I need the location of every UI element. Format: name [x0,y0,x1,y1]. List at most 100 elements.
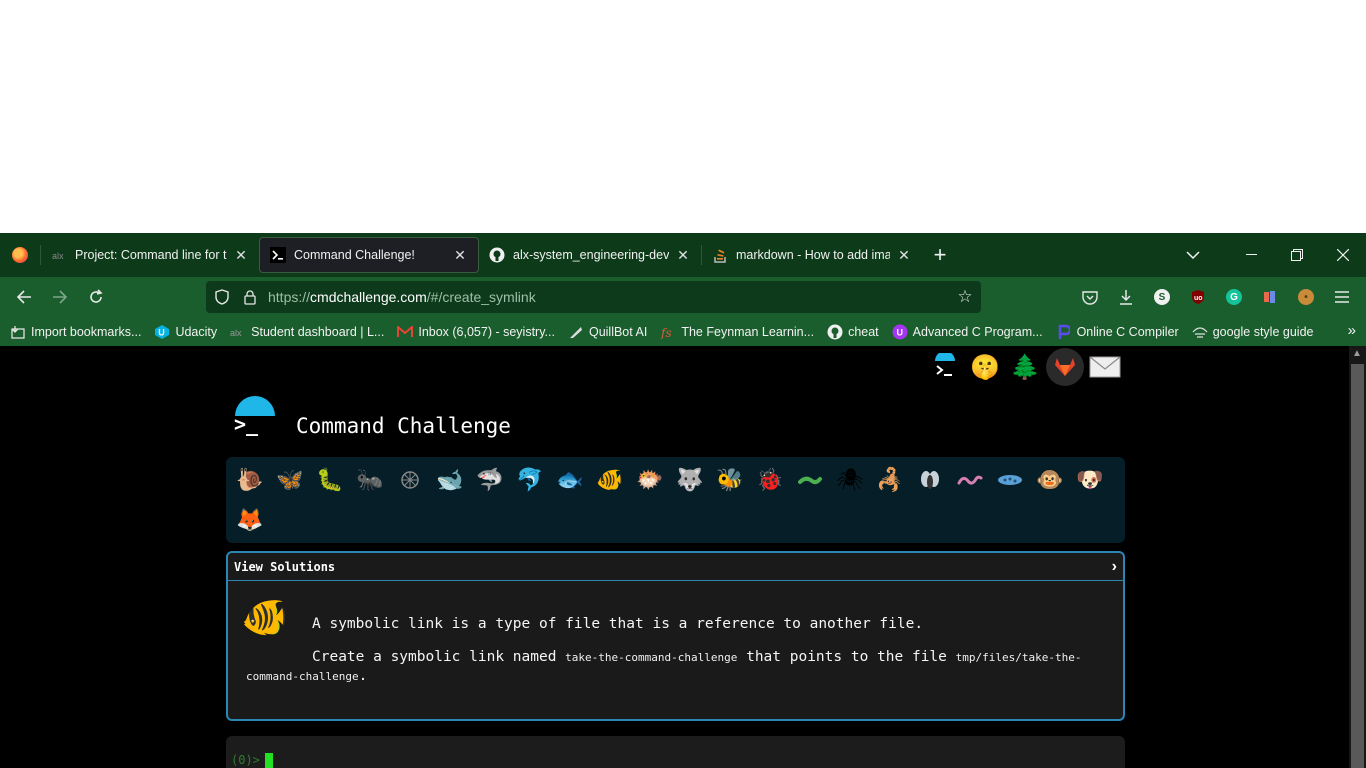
cmdchallenge-link-icon[interactable] [926,348,964,386]
desc-text: Create a symbolic link named [312,649,557,665]
tab-project[interactable]: alx Project: Command line for the v ✕ [41,237,259,273]
bookmark-import[interactable]: Import bookmarks... [10,324,141,340]
bookmark-quillbot[interactable]: QuillBot AI [568,324,647,340]
bookmark-online-c-compiler[interactable]: Online C Compiler [1056,324,1179,340]
level-bee-icon[interactable]: 🐝 [710,460,750,500]
terminal[interactable]: (0)> [226,736,1125,768]
bookmarks-toolbar: Import bookmarks... U Udacity alx Student … [0,317,1366,346]
level-monkey-icon[interactable]: 🐵 [1030,460,1070,500]
restore-button[interactable] [1274,233,1320,277]
view-solutions-toggle[interactable]: View Solutions › [228,553,1123,581]
evergreen-tree-icon[interactable]: 🌲 [1006,348,1044,386]
tab-stackoverflow[interactable]: markdown - How to add image ✕ [702,237,922,273]
bookmark-udacity[interactable]: U Udacity [154,324,217,340]
level-earthworm-icon[interactable] [950,460,990,500]
bookmark-google-style-guide[interactable]: google style guide [1192,324,1313,340]
level-fish-icon[interactable]: 🐟 [550,460,590,500]
bookmark-label: Udacity [175,324,218,339]
url-text[interactable]: https://cmdchallenge.com/#/create_symlin… [268,289,536,305]
forward-button[interactable] [42,281,78,313]
chevron-right-icon[interactable]: › [1112,558,1117,576]
list-all-tabs-button[interactable] [1170,233,1216,277]
bookmark-star-icon[interactable]: ☆ [949,287,981,307]
svg-text:alx: alx [52,251,64,260]
terminal-prompt[interactable]: (0)> [231,753,273,768]
url-path: /#/create_symlink [426,289,536,305]
level-jellyfish-icon[interactable] [390,460,430,500]
address-bar[interactable]: https://cmdchallenge.com/#/create_symlin… [206,281,981,313]
chevron-more-bookmarks-icon[interactable]: » [1348,322,1356,339]
bookmark-label: QuillBot AI [588,324,648,339]
level-caterpillar-icon[interactable]: 🐛 [310,460,350,500]
level-fox-icon[interactable]: 🦊 [230,500,270,540]
tab-github-repo[interactable]: alx-system_engineering-devops ✕ [479,237,701,273]
close-window-button[interactable] [1320,233,1366,277]
level-pufferfish-icon[interactable]: 🐡 [630,460,670,500]
grammarly-icon[interactable]: G [1216,281,1252,313]
pocket-icon[interactable] [1072,281,1108,313]
bookmark-student-dashboard[interactable]: alx Student dashboard | L... [230,324,384,340]
page-title: Command Challenge [296,414,511,438]
scrollbar-thumb[interactable] [1351,364,1364,768]
monkey-extension-icon[interactable]: • [1288,281,1324,313]
header-links: 🤫 🌲 [926,348,1124,386]
mail-icon[interactable] [1086,348,1124,386]
tab-title: alx-system_engineering-devops [513,248,669,262]
terminal-icon [270,247,286,263]
site-brand[interactable]: >_ Command Challenge [230,396,511,446]
level-fly-icon[interactable] [910,460,950,500]
minimize-button[interactable] [1228,233,1274,277]
megaphone-extension-icon[interactable] [1252,281,1288,313]
gitlab-icon[interactable] [1046,348,1084,386]
s-extension-icon[interactable]: S [1144,281,1180,313]
level-wolf-icon[interactable]: 🐺 [670,460,710,500]
level-ant-icon[interactable]: 🐜 [350,460,390,500]
level-scorpion-icon[interactable]: 🦂 [870,460,910,500]
close-icon[interactable]: ✕ [452,247,468,264]
shushing-face-icon[interactable]: 🤫 [966,348,1004,386]
site-logo: >_ [230,396,280,446]
bookmark-label: The Feynman Learnin... [681,324,815,339]
level-worm-icon[interactable] [790,460,830,500]
alx-icon: alx [51,247,67,263]
level-dog-icon[interactable]: 🐶 [1070,460,1110,500]
shield-icon[interactable] [208,289,236,305]
level-ladybug-icon[interactable]: 🐞 [750,460,790,500]
new-tab-button[interactable]: + [922,233,958,277]
tab-title: markdown - How to add image [736,248,890,262]
downloads-icon[interactable] [1108,281,1144,313]
challenge-description: 🐠 A symbolic link is a type of file that… [228,581,1123,698]
firefox-menu[interactable] [0,233,40,277]
level-shark-icon[interactable]: 🦈 [470,460,510,500]
page-scrollbar[interactable]: ▲ [1349,346,1366,768]
fs-icon: fs [660,324,676,340]
bookmark-inbox[interactable]: Inbox (6,057) - seyistry... [397,324,555,340]
blank-area [0,0,1366,233]
level-tropical-fish-icon[interactable]: 🐠 [590,460,630,500]
lock-icon[interactable] [236,289,264,305]
scroll-up-arrow-icon[interactable]: ▲ [1352,348,1362,359]
back-button[interactable] [6,281,42,313]
svg-text:U: U [896,327,903,337]
bookmark-advanced-c[interactable]: U Advanced C Program... [892,324,1043,340]
hamburger-menu-icon[interactable] [1324,281,1360,313]
level-bacteria-icon[interactable] [990,460,1030,500]
level-dolphin-icon[interactable]: 🐬 [510,460,550,500]
desc-text: . [358,668,368,684]
close-icon[interactable]: ✕ [233,247,249,264]
import-icon [10,324,26,340]
reload-button[interactable] [78,281,114,313]
tab-command-challenge[interactable]: Command Challenge! ✕ [259,237,479,273]
bookmark-label: Online C Compiler [1076,324,1179,339]
level-snail-icon[interactable]: 🐌 [230,460,270,500]
level-spider-icon[interactable]: 🕷 [830,460,870,500]
ublock-icon[interactable]: uo [1180,281,1216,313]
bookmark-cheat[interactable]: cheat [827,324,879,340]
alx-icon: alx [230,324,246,340]
eye-icon [1192,324,1208,340]
level-whale-icon[interactable]: 🐋 [430,460,470,500]
bookmark-feynman[interactable]: fs The Feynman Learnin... [660,324,814,340]
close-icon[interactable]: ✕ [675,247,691,264]
level-butterfly-icon[interactable]: 🦋 [270,460,310,500]
close-icon[interactable]: ✕ [896,247,912,264]
